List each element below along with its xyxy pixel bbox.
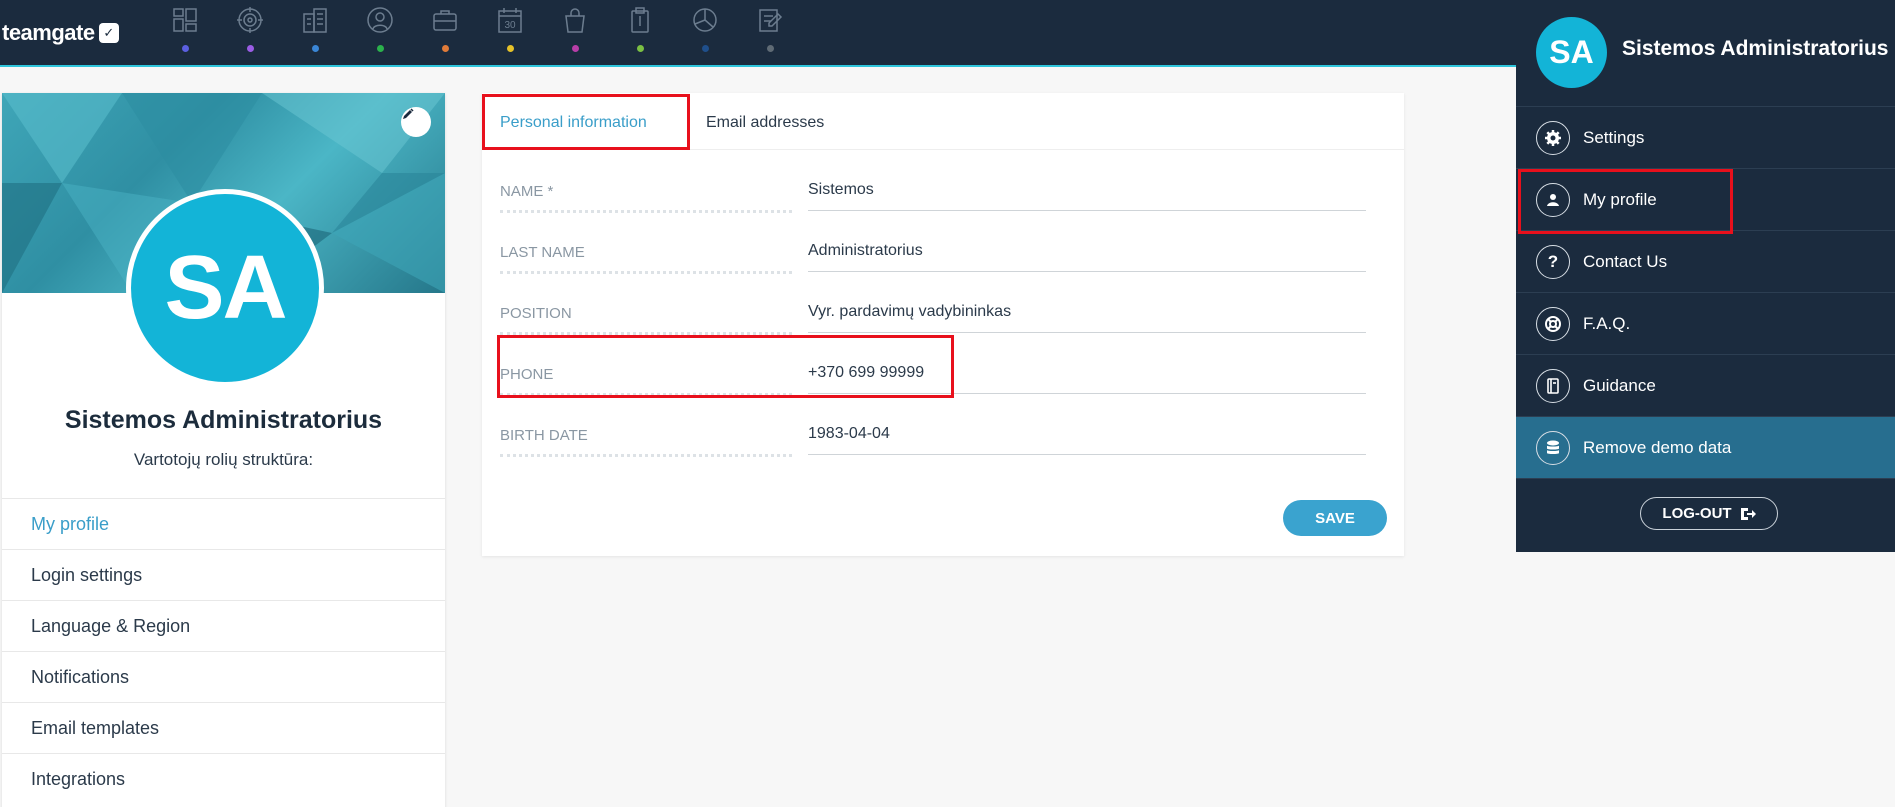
menu-item-my-profile[interactable]: My profile <box>2 498 445 549</box>
nav-tasks[interactable] <box>623 6 688 56</box>
nav-dot <box>702 45 709 52</box>
menu-label: Guidance <box>1583 376 1656 395</box>
field-label: BIRTH DATE <box>500 427 792 457</box>
nav-reports[interactable] <box>688 6 753 56</box>
logout-label: LOG-OUT <box>1662 505 1732 522</box>
user-menu-header: SA Sistemos Administratorius <box>1516 0 1895 107</box>
birth-date-input[interactable]: 1983-04-04 <box>808 425 1366 455</box>
notes-icon <box>759 9 783 32</box>
nav-dot <box>442 45 449 52</box>
gear-icon <box>1536 121 1570 155</box>
database-icon <box>1536 431 1570 465</box>
dashboard-icon <box>173 8 197 32</box>
tab-email-addresses[interactable]: Email addresses <box>706 93 824 149</box>
briefcase-icon <box>433 10 457 31</box>
personal-info-panel: Personal information Email addresses NAM… <box>482 93 1404 556</box>
nav-dot <box>767 45 774 52</box>
calendar-icon: 30 <box>498 8 522 33</box>
profile-role: Vartotojų rolių struktūra: <box>133 450 314 469</box>
menu-label: F.A.Q. <box>1583 314 1631 333</box>
logo-mark-icon: ✓ <box>98 23 119 43</box>
menu-item-login-settings[interactable]: Login settings <box>2 549 445 600</box>
user-menu-my-profile[interactable]: My profile <box>1516 169 1895 231</box>
position-input[interactable]: Vyr. pardavimų vadybininkas <box>808 303 1366 333</box>
field-label: POSITION <box>500 305 792 335</box>
profile-card: SA Sistemos Administratorius Vartotojų r… <box>2 93 445 807</box>
name-input[interactable]: Sistemos <box>808 181 1366 211</box>
profile-avatar[interactable]: SA <box>126 189 324 387</box>
nav-dot <box>182 45 189 52</box>
nav-notes[interactable] <box>753 6 818 56</box>
menu-item-language-region[interactable]: Language & Region <box>2 600 445 651</box>
nav-calendar[interactable]: 30 <box>493 6 558 56</box>
profile-icon <box>1536 183 1570 217</box>
field-last-name: LAST NAME Administratorius <box>500 235 1366 275</box>
nav-dot <box>572 45 579 52</box>
nav-deals[interactable] <box>428 6 493 56</box>
nav-companies[interactable] <box>298 6 363 56</box>
book-icon <box>1536 369 1570 403</box>
logout-button[interactable]: LOG-OUT <box>1640 497 1778 530</box>
logo-text: teamgate <box>2 20 95 45</box>
question-icon: ? <box>1536 245 1570 279</box>
nav-contacts[interactable] <box>363 6 428 56</box>
nav-goals[interactable] <box>233 6 298 56</box>
field-label: LAST NAME <box>500 244 792 274</box>
user-menu-faq[interactable]: F.A.Q. <box>1516 293 1895 355</box>
nav-dashboard[interactable] <box>168 6 233 56</box>
user-name: Sistemos Administratorius <box>1622 37 1889 60</box>
menu-item-email-templates[interactable]: Email templates <box>2 702 445 753</box>
profile-tabs: Personal information Email addresses <box>482 93 1404 150</box>
field-phone: PHONE +370 699 99999 <box>500 357 1366 397</box>
teamgate-logo[interactable]: teamgate ✓ <box>2 19 119 47</box>
settings-menu: My profile Login settings Language & Reg… <box>2 498 445 804</box>
edit-cover-button[interactable] <box>401 107 431 137</box>
menu-label: My profile <box>1583 190 1657 209</box>
field-position: POSITION Vyr. pardavimų vadybininkas <box>500 296 1366 336</box>
user-menu-remove-demo-data[interactable]: Remove demo data <box>1516 417 1895 479</box>
logout-icon <box>1740 507 1756 520</box>
module-navigation: 30 <box>168 6 818 56</box>
menu-item-integrations[interactable]: Integrations <box>2 753 445 804</box>
field-label: NAME * <box>500 183 792 213</box>
user-menu-settings[interactable]: Settings <box>1516 107 1895 169</box>
calendar-number: 30 <box>504 20 516 31</box>
field-label: PHONE <box>500 366 792 396</box>
phone-input[interactable]: +370 699 99999 <box>808 364 1366 394</box>
buildings-icon <box>303 8 327 33</box>
clipboard-icon <box>631 7 649 33</box>
contacts-icon <box>367 7 393 33</box>
menu-label: Remove demo data <box>1583 438 1732 457</box>
last-name-input[interactable]: Administratorius <box>808 242 1366 272</box>
nav-products[interactable] <box>558 6 623 56</box>
user-avatar[interactable]: SA <box>1536 17 1607 88</box>
nav-dot <box>637 45 644 52</box>
nav-dot <box>507 45 514 52</box>
menu-label: Settings <box>1583 128 1645 147</box>
tab-personal-information[interactable]: Personal information <box>500 93 647 149</box>
profile-name: Sistemos Administratorius <box>64 406 383 434</box>
user-dropdown-menu: SA Sistemos Administratorius Settings My… <box>1516 0 1895 552</box>
field-birth-date: BIRTH DATE 1983-04-04 <box>500 418 1366 458</box>
target-icon <box>237 7 263 33</box>
lifebuoy-icon <box>1536 307 1570 341</box>
nav-dot <box>312 45 319 52</box>
menu-label: Contact Us <box>1583 252 1668 271</box>
shopping-bag-icon <box>565 8 585 33</box>
field-name: NAME * Sistemos <box>500 174 1366 214</box>
user-menu-contact-us[interactable]: ? Contact Us <box>1516 231 1895 293</box>
pie-chart-icon <box>693 8 717 32</box>
pencil-icon <box>403 108 414 119</box>
nav-dot <box>247 45 254 52</box>
user-menu-guidance[interactable]: Guidance <box>1516 355 1895 417</box>
save-button[interactable]: SAVE <box>1283 500 1387 536</box>
menu-item-notifications[interactable]: Notifications <box>2 651 445 702</box>
nav-dot <box>377 45 384 52</box>
